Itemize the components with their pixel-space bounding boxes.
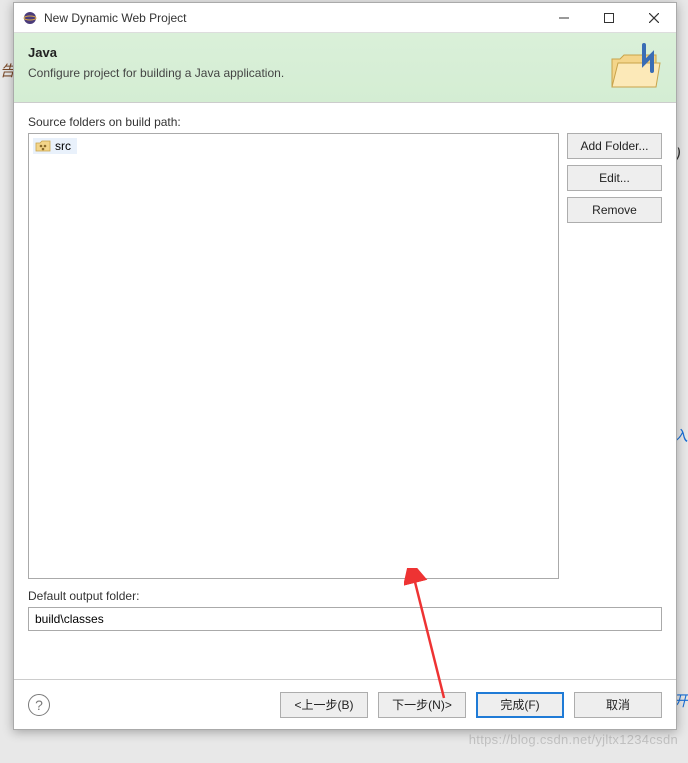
wizard-footer: ? <上一步(B) 下一步(N)> 完成(F) 取消 (14, 679, 676, 729)
watermark-text: https://blog.csdn.net/yjltx1234csdn (469, 732, 678, 747)
remove-button[interactable]: Remove (567, 197, 662, 223)
wizard-banner: Java Configure project for building a Ja… (14, 33, 676, 103)
window-title: New Dynamic Web Project (44, 11, 541, 25)
output-folder-label: Default output folder: (28, 589, 662, 603)
maximize-button[interactable] (586, 3, 631, 32)
help-icon[interactable]: ? (28, 694, 50, 716)
back-button[interactable]: <上一步(B) (280, 692, 368, 718)
folder-java-icon (608, 41, 664, 93)
dialog-window: New Dynamic Web Project Java Configure p… (13, 2, 677, 730)
finish-button[interactable]: 完成(F) (476, 692, 564, 718)
edit-button[interactable]: Edit... (567, 165, 662, 191)
eclipse-icon (22, 10, 38, 26)
close-button[interactable] (631, 3, 676, 32)
banner-subtitle: Configure project for building a Java ap… (28, 66, 662, 80)
tree-item-src[interactable]: src (33, 138, 77, 154)
cancel-button[interactable]: 取消 (574, 692, 662, 718)
package-folder-icon (35, 139, 51, 153)
minimize-button[interactable] (541, 3, 586, 32)
output-folder-input[interactable] (28, 607, 662, 631)
titlebar[interactable]: New Dynamic Web Project (14, 3, 676, 33)
next-button[interactable]: 下一步(N)> (378, 692, 466, 718)
banner-title: Java (28, 45, 662, 60)
source-folders-tree[interactable]: src (28, 133, 559, 579)
add-folder-button[interactable]: Add Folder... (567, 133, 662, 159)
tree-item-label: src (55, 139, 71, 153)
source-folders-label: Source folders on build path: (28, 115, 662, 129)
